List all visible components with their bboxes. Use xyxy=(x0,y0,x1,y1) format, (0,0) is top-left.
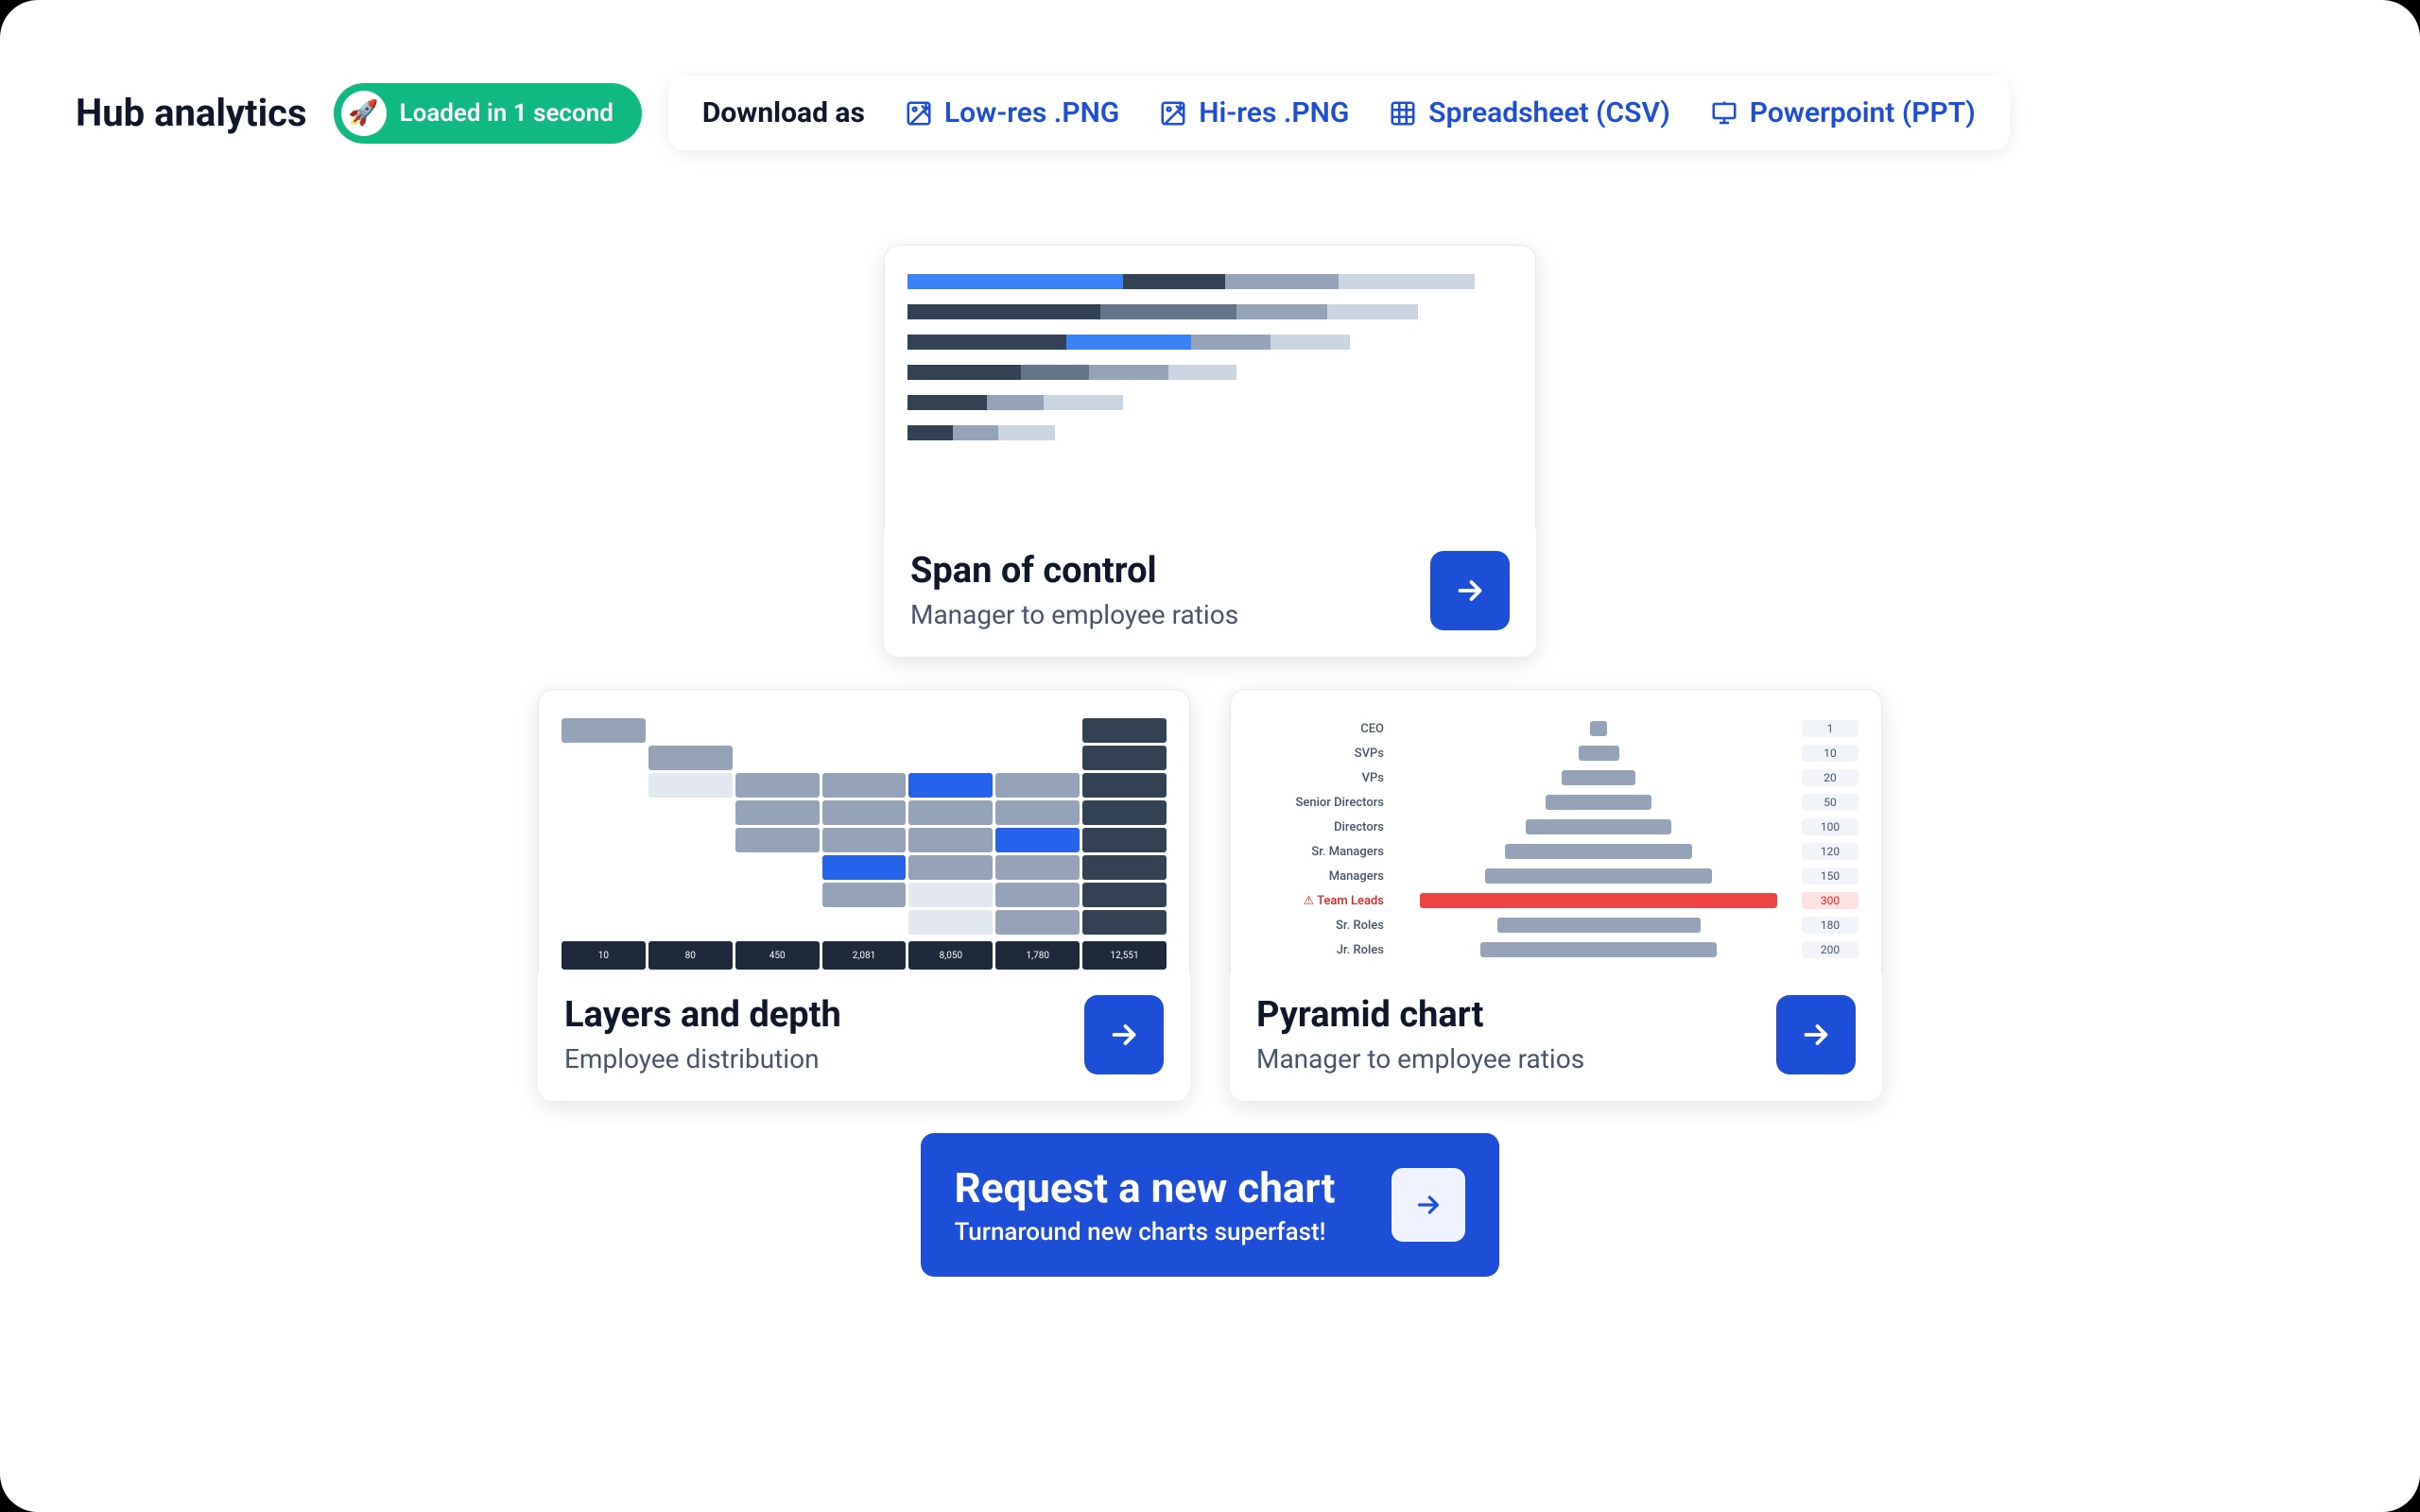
card-subtitle: Manager to employee ratios xyxy=(910,599,1238,630)
card-subtitle: Employee distribution xyxy=(564,1043,841,1074)
pyramid-preview: CEO1SVPs10VPs20Senior Directors50Directo… xyxy=(1231,690,1881,973)
download-ppt-button[interactable]: Powerpoint (PPT) xyxy=(1710,96,1976,129)
download-hires-png-button[interactable]: Hi-res .PNG xyxy=(1159,96,1349,129)
page-title: Hub analytics xyxy=(76,91,307,135)
open-span-button[interactable] xyxy=(1430,551,1510,630)
header: Hub analytics 🚀 Loaded in 1 second Downl… xyxy=(76,76,2344,150)
layers-preview: 10804502,0818,0501,78012,551 xyxy=(539,690,1189,973)
card-title: Layers and depth xyxy=(564,994,841,1036)
request-subtitle: Turnaround new charts superfast! xyxy=(955,1218,1336,1246)
card-title: Span of control xyxy=(910,550,1238,592)
rocket-icon: 🚀 xyxy=(341,91,387,136)
download-option-label: Powerpoint (PPT) xyxy=(1750,96,1976,129)
open-layers-button[interactable] xyxy=(1084,995,1164,1074)
request-go-button[interactable] xyxy=(1392,1168,1465,1242)
card-title: Pyramid chart xyxy=(1256,994,1584,1036)
loaded-pill: 🚀 Loaded in 1 second xyxy=(334,83,642,144)
download-option-label: Spreadsheet (CSV) xyxy=(1428,96,1669,129)
arrow-right-icon xyxy=(1799,1018,1833,1052)
loaded-label: Loaded in 1 second xyxy=(400,99,614,128)
image-down-icon xyxy=(905,99,933,128)
request-new-chart-card[interactable]: Request a new chart Turnaround new chart… xyxy=(921,1133,1500,1277)
card-span-of-control[interactable]: Span of control Manager to employee rati… xyxy=(884,245,1536,657)
card-layers-and-depth[interactable]: 10804502,0818,0501,78012,551 Layers and … xyxy=(538,689,1190,1101)
download-option-label: Hi-res .PNG xyxy=(1199,96,1349,129)
download-option-label: Low-res .PNG xyxy=(944,96,1119,129)
arrow-right-icon xyxy=(1453,574,1487,608)
arrow-right-icon xyxy=(1413,1190,1443,1220)
request-title: Request a new chart xyxy=(955,1163,1336,1212)
cards-container: Span of control Manager to employee rati… xyxy=(76,245,2344,1277)
download-toolbar: Download as Low-res .PNG Hi-res .PNG Spr… xyxy=(668,76,2010,150)
card-subtitle: Manager to employee ratios xyxy=(1256,1043,1584,1074)
table-icon xyxy=(1389,99,1417,128)
card-pyramid-chart[interactable]: CEO1SVPs10VPs20Senior Directors50Directo… xyxy=(1230,689,1882,1101)
download-lowres-png-button[interactable]: Low-res .PNG xyxy=(905,96,1119,129)
app-frame: Hub analytics 🚀 Loaded in 1 second Downl… xyxy=(0,0,2420,1512)
download-csv-button[interactable]: Spreadsheet (CSV) xyxy=(1389,96,1669,129)
image-down-icon xyxy=(1159,99,1187,128)
open-pyramid-button[interactable] xyxy=(1776,995,1856,1074)
span-preview xyxy=(885,246,1535,529)
download-as-label: Download as xyxy=(702,96,865,129)
presentation-icon xyxy=(1710,99,1738,128)
arrow-right-icon xyxy=(1107,1018,1141,1052)
